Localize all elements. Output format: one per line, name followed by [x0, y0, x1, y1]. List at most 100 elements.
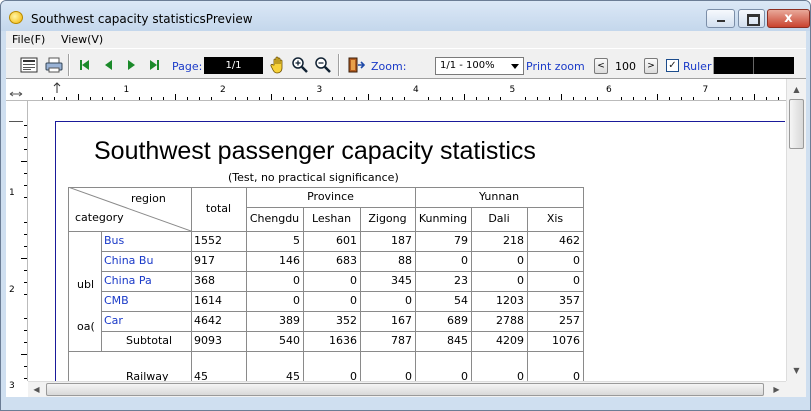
table-cell: 462	[559, 234, 580, 247]
ruler-tick	[367, 94, 369, 100]
hand-icon[interactable]	[268, 55, 288, 75]
margin-marker-icon[interactable]	[52, 82, 62, 94]
ruler-field[interactable]	[713, 57, 794, 74]
table-cell: 0	[517, 274, 524, 287]
horizontal-ruler: 1 2 3 4 5 6 7	[6, 79, 786, 101]
ruler-tick	[657, 94, 659, 100]
ruler-tick	[560, 94, 562, 100]
row-category: Car	[104, 314, 123, 327]
ruler-tick	[24, 318, 27, 320]
menu-view[interactable]: View(V)	[61, 33, 103, 46]
ruler-tick	[102, 97, 104, 100]
size-grip[interactable]	[786, 381, 806, 397]
ruler-tick	[741, 97, 743, 100]
table-cell: 54	[454, 294, 468, 307]
ruler-tick	[765, 97, 767, 100]
exit-icon[interactable]	[346, 55, 366, 75]
row-category: CMB	[104, 294, 129, 307]
ruler-label: Ruler	[683, 60, 712, 73]
print-icon[interactable]	[44, 55, 64, 75]
zoom-out-icon[interactable]	[313, 55, 333, 75]
table-cell: 1614	[194, 294, 222, 307]
vertical-scroll-thumb[interactable]	[789, 99, 804, 149]
page-margin-top	[55, 121, 785, 122]
preview-window: Southwest capacity statisticsPreview x F…	[0, 0, 811, 411]
header-group: Yunnan	[478, 190, 520, 203]
horizontal-scrollbar[interactable]: ◀ ▶	[28, 381, 786, 397]
scroll-up-icon[interactable]: ▲	[788, 81, 805, 98]
table-gridline	[68, 351, 583, 352]
horizontal-scroll-thumb[interactable]	[46, 383, 764, 396]
table-cell: 1552	[194, 234, 222, 247]
table-cell: 601	[336, 234, 357, 247]
ruler-tick	[21, 354, 27, 356]
ruler-tick	[24, 185, 27, 187]
header-total: total	[205, 202, 232, 215]
print-zoom-decrease-button[interactable]: <	[594, 58, 608, 74]
ruler-tick	[440, 97, 442, 100]
table-cell: 352	[336, 314, 357, 327]
last-page-icon[interactable]	[144, 55, 164, 75]
row-category: China Pa	[104, 274, 152, 287]
vertical-scrollbar[interactable]: ▲ ▼	[786, 79, 806, 381]
margin-marker-icon[interactable]	[9, 121, 23, 122]
zoom-in-icon[interactable]	[290, 55, 310, 75]
page-margin-left	[55, 121, 56, 381]
table-gridline	[583, 187, 584, 381]
scroll-right-icon[interactable]: ▶	[768, 381, 785, 397]
page-input[interactable]: 1/1	[204, 57, 263, 74]
zoom-select-value: 1/1 - 100%	[440, 60, 495, 71]
print-zoom-increase-button[interactable]: >	[644, 58, 658, 74]
table-cell: 88	[398, 254, 412, 267]
print-zoom-value[interactable]: 100	[615, 60, 636, 73]
header-city: Chengdu	[249, 212, 300, 225]
preview-area: 1234567 1 23 Southwest passenger capacity…	[6, 79, 806, 397]
table-cell: 146	[279, 254, 300, 267]
ruler-tick	[295, 97, 297, 100]
menu-file[interactable]: File(F)	[12, 33, 45, 46]
ruler-tick	[633, 97, 635, 100]
ruler-number: 3	[316, 85, 323, 95]
table-cell: 0	[350, 294, 357, 307]
prev-page-icon[interactable]	[98, 55, 118, 75]
ruler-checkbox[interactable]: ✓	[666, 59, 679, 72]
report-title: Southwest passenger capacity statistics	[94, 137, 536, 165]
header-city: Leshan	[311, 212, 352, 225]
ruler-tick	[21, 161, 27, 163]
ruler-tick	[403, 97, 405, 100]
next-page-icon[interactable]	[121, 55, 141, 75]
ruler-tick	[645, 97, 647, 100]
table-cell: 0	[573, 274, 580, 287]
ruler-tick	[24, 245, 27, 247]
table-cell: 389	[279, 314, 300, 327]
ruler-tick	[464, 94, 466, 100]
ruler-tick	[693, 97, 695, 100]
ruler-tick	[24, 342, 27, 344]
maximize-button[interactable]	[738, 9, 765, 28]
table-cell: 187	[391, 234, 412, 247]
table-cell: 257	[559, 314, 580, 327]
table-cell: 845	[447, 334, 468, 347]
table-cell: 357	[559, 294, 580, 307]
table-cell: 0	[350, 274, 357, 287]
ruler-tick	[584, 97, 586, 100]
table-cell: 23	[454, 274, 468, 287]
title-bar[interactable]: Southwest capacity statisticsPreview x	[1, 1, 810, 31]
zoom-select[interactable]: 1/1 - 100%	[435, 57, 524, 75]
ruler-number: 1	[9, 188, 15, 198]
ruler-tick	[428, 97, 430, 100]
ruler-tick	[753, 94, 755, 100]
setup-icon[interactable]	[19, 55, 39, 75]
window-bottom-frame	[6, 397, 806, 410]
table-cell: 9093	[194, 334, 222, 347]
first-page-icon[interactable]	[74, 55, 94, 75]
ruler-tick	[24, 366, 27, 368]
scroll-down-icon[interactable]: ▼	[788, 362, 805, 379]
ruler-tick	[24, 221, 27, 223]
ruler-tick	[186, 97, 188, 100]
page-label: Page:	[172, 60, 203, 73]
scroll-left-icon[interactable]: ◀	[28, 381, 45, 397]
ruler-tick	[476, 97, 478, 100]
close-button[interactable]: x	[767, 9, 810, 28]
minimize-button[interactable]	[706, 9, 735, 28]
